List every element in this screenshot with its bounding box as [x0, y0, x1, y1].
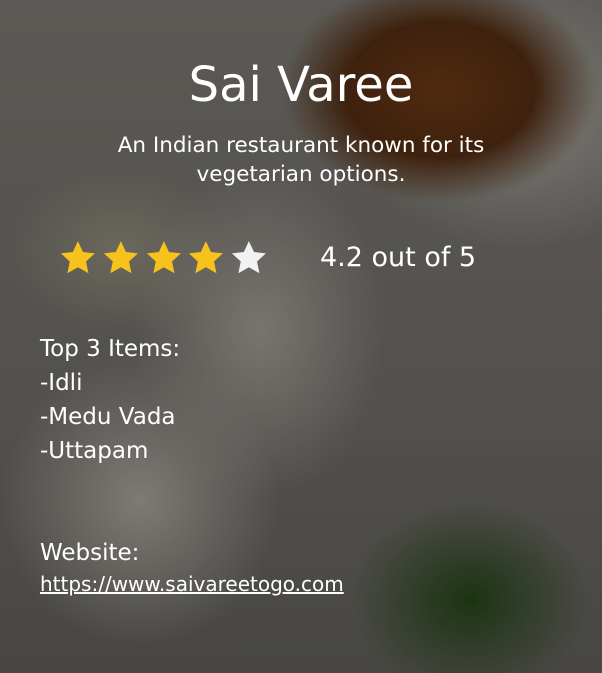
stars-row: [58, 238, 272, 278]
website-section: Website: https://www.saivareetogo.com: [40, 536, 344, 598]
star-icon: [189, 241, 224, 274]
top-item: -Uttapam: [40, 438, 149, 464]
top-item: -Idli: [40, 370, 83, 396]
restaurant-name: Sai Varee: [188, 57, 414, 113]
star-icon: [232, 241, 267, 274]
star-rating: [58, 238, 272, 278]
star-icon: [103, 241, 138, 274]
restaurant-card: Sai Varee An Indian restaurant known for…: [0, 0, 602, 673]
restaurant-description: An Indian restaurant known for its veget…: [117, 133, 485, 187]
website-link[interactable]: https://www.saivareetogo.com: [40, 570, 344, 598]
star-icon: [60, 241, 95, 274]
rating-text: 4.2 out of 5: [320, 242, 477, 273]
top-item: -Medu Vada: [40, 404, 176, 430]
website-label: Website:: [40, 540, 140, 566]
top-items: Top 3 Items: -Idli -Medu Vada -Uttapam: [40, 332, 180, 468]
card-content: Sai Varee An Indian restaurant known for…: [0, 0, 602, 673]
star-icon: [146, 241, 181, 274]
top-items-heading: Top 3 Items:: [40, 336, 181, 362]
